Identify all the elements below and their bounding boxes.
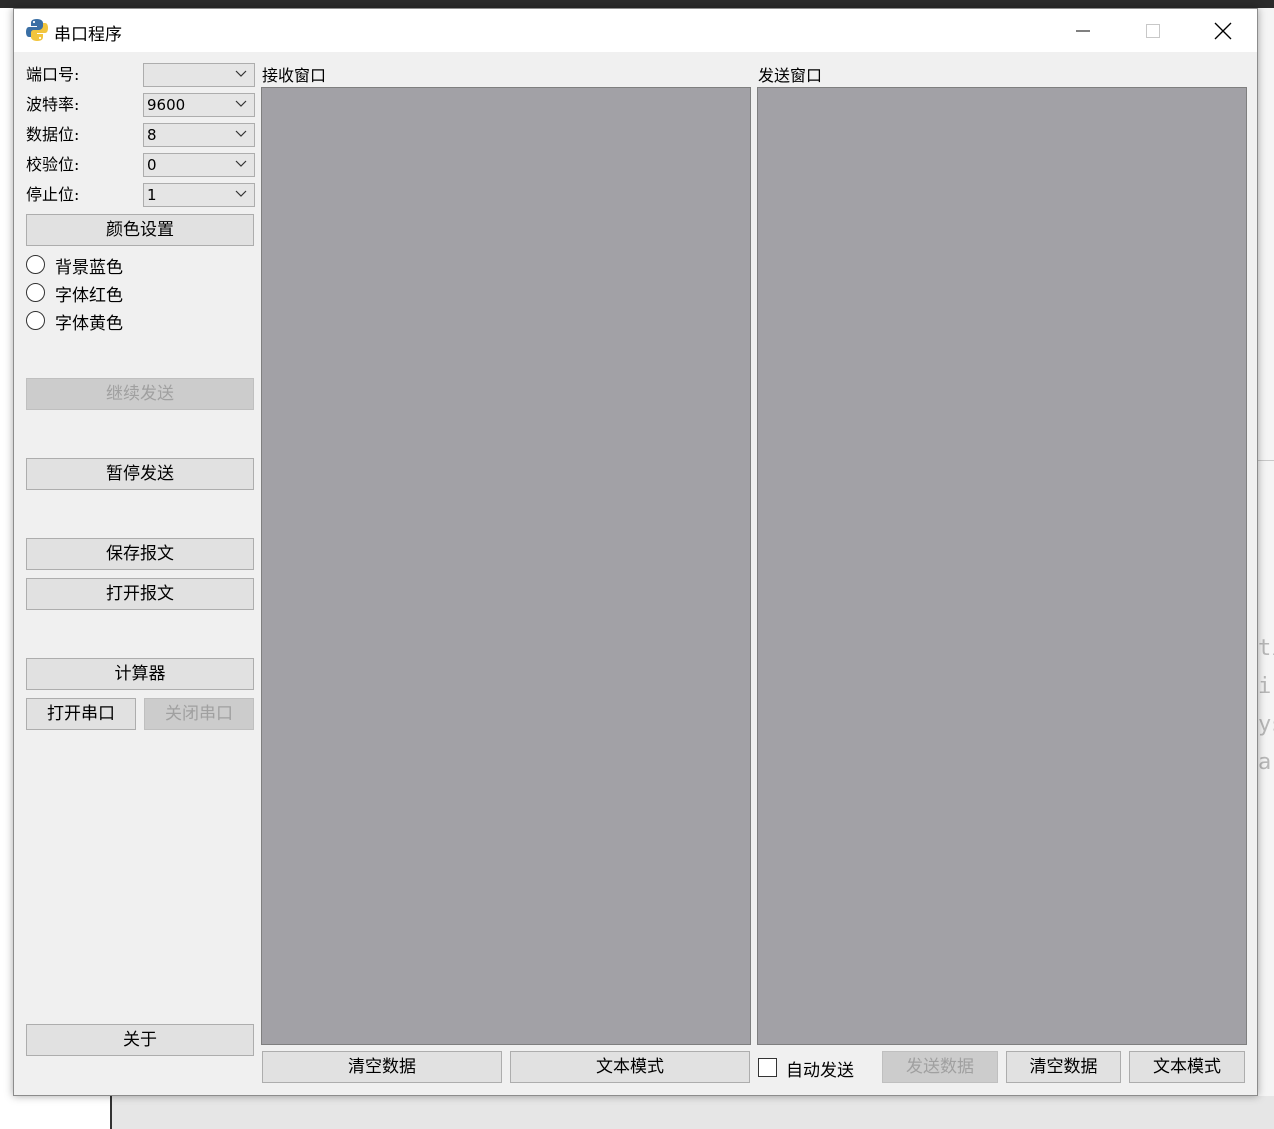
background-taskbar <box>0 0 1274 8</box>
stopbits-value: 1 <box>147 186 157 204</box>
pause-send-button[interactable]: 暂停发送 <box>26 458 254 490</box>
chevron-down-icon <box>235 130 247 137</box>
continue-send-button[interactable]: 继续发送 <box>26 378 254 410</box>
radio-font-yellow[interactable] <box>26 311 45 330</box>
stopbits-label: 停止位: <box>26 185 80 204</box>
send-clear-button[interactable]: 清空数据 <box>1006 1051 1121 1083</box>
about-button[interactable]: 关于 <box>26 1024 254 1056</box>
title-bar[interactable]: 串口程序 <box>14 9 1257 52</box>
calculator-button[interactable]: 计算器 <box>26 658 254 690</box>
minimize-icon <box>1076 30 1090 31</box>
close-port-button[interactable]: 关闭串口 <box>144 698 254 730</box>
background-window-edge <box>1257 8 1274 1129</box>
background-area <box>110 1096 1274 1129</box>
background-area <box>0 1096 110 1129</box>
window-content: 端口号: 波特率: 9600 数据位: 8 校验位: 0 停止位: 1 颜色设置… <box>14 52 1257 1095</box>
background-text-line: ti <box>1258 636 1274 661</box>
baud-value: 9600 <box>147 96 186 114</box>
port-label: 端口号: <box>26 65 80 84</box>
baud-select[interactable]: 9600 <box>143 93 255 117</box>
receive-clear-button[interactable]: 清空数据 <box>262 1051 502 1083</box>
chevron-down-icon <box>235 100 247 107</box>
send-data-button[interactable]: 发送数据 <box>882 1051 998 1083</box>
python-logo-icon <box>26 19 48 41</box>
receive-mode-button[interactable]: 文本模式 <box>510 1051 750 1083</box>
parity-label: 校验位: <box>26 155 80 174</box>
radio-font-red[interactable] <box>26 283 45 302</box>
baud-label: 波特率: <box>26 95 80 114</box>
maximize-button[interactable] <box>1118 9 1188 52</box>
color-settings-button[interactable]: 颜色设置 <box>26 214 254 246</box>
open-port-button[interactable]: 打开串口 <box>26 698 136 730</box>
send-mode-button[interactable]: 文本模式 <box>1129 1051 1245 1083</box>
databits-value: 8 <box>147 126 157 144</box>
radio-font-red-label: 字体红色 <box>55 286 123 306</box>
parity-select[interactable]: 0 <box>143 153 255 177</box>
background-divider <box>1257 460 1274 461</box>
serial-app-window: 串口程序 端口号: 波特率: 9600 数据位: 8 校验位: 0 停止位: 1… <box>13 8 1258 1096</box>
minimize-button[interactable] <box>1048 9 1118 52</box>
window-title: 串口程序 <box>54 25 122 45</box>
open-message-button[interactable]: 打开报文 <box>26 578 254 610</box>
radio-bg-blue-label: 背景蓝色 <box>55 258 123 278</box>
close-button[interactable] <box>1188 9 1258 52</box>
stopbits-select[interactable]: 1 <box>143 183 255 207</box>
maximize-icon <box>1146 23 1160 38</box>
parity-value: 0 <box>147 156 157 174</box>
databits-select[interactable]: 8 <box>143 123 255 147</box>
send-window-title: 发送窗口 <box>758 66 823 85</box>
background-text-line: a <box>1258 750 1272 775</box>
auto-send-label: 自动发送 <box>786 1061 854 1081</box>
background-text-line: ys <box>1258 712 1274 737</box>
port-select[interactable] <box>143 63 255 87</box>
save-message-button[interactable]: 保存报文 <box>26 538 254 570</box>
receive-textarea[interactable] <box>261 87 751 1045</box>
radio-bg-blue[interactable] <box>26 255 45 274</box>
databits-label: 数据位: <box>26 125 80 144</box>
background-text-line: ir <box>1258 674 1274 699</box>
auto-send-checkbox[interactable] <box>758 1058 777 1077</box>
chevron-down-icon <box>235 190 247 197</box>
chevron-down-icon <box>235 70 247 77</box>
close-icon <box>1214 22 1232 39</box>
background-divider <box>110 1096 112 1129</box>
chevron-down-icon <box>235 160 247 167</box>
receive-window-title: 接收窗口 <box>262 66 327 85</box>
send-textarea[interactable] <box>757 87 1247 1045</box>
radio-font-yellow-label: 字体黄色 <box>55 314 123 334</box>
